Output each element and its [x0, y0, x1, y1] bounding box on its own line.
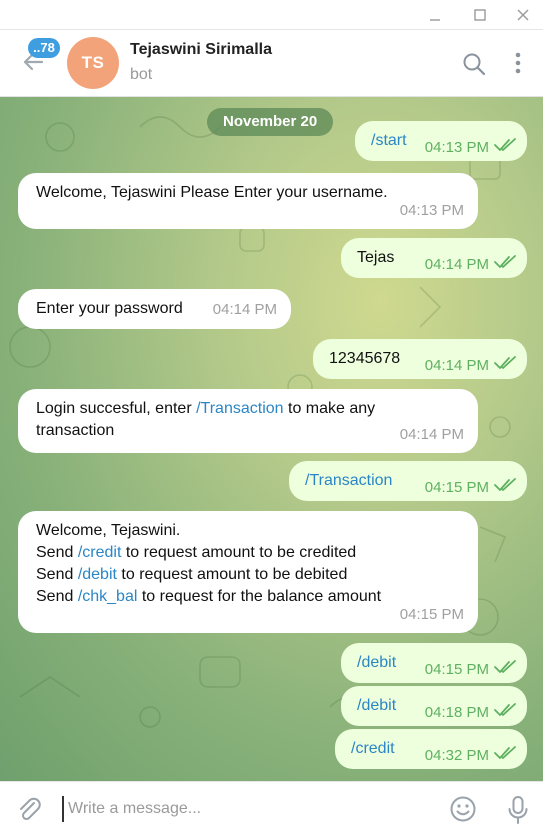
message-outgoing[interactable]: /debit 04:15 PM — [341, 643, 527, 683]
message-text: Welcome, Tejaswini Please Enter your use… — [36, 184, 388, 201]
message-time: 04:14 PM — [424, 256, 489, 273]
message-text: to request for the balance amount — [137, 588, 382, 605]
message-time: 04:13 PM — [424, 139, 489, 156]
message-time: 04:15 PM — [424, 661, 489, 678]
message-input[interactable]: Write a message... — [62, 796, 422, 822]
minimize-icon[interactable] — [412, 0, 457, 29]
search-icon[interactable] — [460, 50, 488, 78]
double-check-icon — [494, 746, 516, 759]
message-time: 04:15 PM — [424, 479, 489, 496]
message-composer: Write a message... — [0, 781, 543, 836]
contact-status: bot — [130, 66, 153, 83]
chat-header: ..78 TS Tejaswini Sirimalla bot — [0, 30, 543, 97]
emoji-icon[interactable] — [449, 795, 477, 823]
message-text: Send — [36, 566, 78, 583]
message-text: to request amount to be credited — [121, 544, 357, 561]
message-incoming[interactable]: Enter your password 04:14 PM — [18, 289, 291, 329]
command-link[interactable]: /debit — [78, 566, 117, 583]
message-time: 04:13 PM — [399, 202, 464, 219]
command-link[interactable]: /credit — [78, 544, 122, 561]
message-outgoing[interactable]: /debit 04:18 PM — [341, 686, 527, 726]
message-time: 04:15 PM — [399, 606, 464, 623]
message-text[interactable]: /credit — [351, 738, 395, 760]
date-separator: November 20 — [207, 108, 334, 136]
message-time: 04:18 PM — [424, 704, 489, 721]
double-check-icon — [494, 703, 516, 716]
message-time: 04:32 PM — [424, 747, 489, 764]
window-titlebar — [0, 0, 543, 30]
message-time: 04:14 PM — [424, 357, 489, 374]
message-text[interactable]: /debit — [357, 695, 396, 717]
command-link[interactable]: /chk_bal — [78, 588, 138, 605]
message-outgoing[interactable]: /start 04:13 PM — [355, 121, 527, 161]
message-outgoing[interactable]: /Transaction 04:15 PM — [289, 461, 527, 501]
message-text[interactable]: /start — [371, 130, 407, 152]
more-vertical-icon[interactable] — [505, 50, 533, 78]
double-check-icon — [494, 478, 516, 491]
message-text[interactable]: /debit — [357, 652, 396, 674]
message-text: Login succesful, enter — [36, 400, 197, 417]
contact-name[interactable]: Tejaswini Sirimalla — [130, 41, 272, 59]
message-text: to request amount to be debited — [116, 566, 348, 583]
chat-history[interactable]: November 20 /start 04:13 PM Welcome, Tej… — [0, 97, 543, 781]
message-outgoing[interactable]: Tejas 04:14 PM — [341, 238, 527, 278]
paperclip-icon[interactable] — [14, 794, 44, 824]
message-text: 12345678 — [329, 350, 401, 367]
close-icon[interactable] — [500, 0, 543, 29]
microphone-icon[interactable] — [505, 795, 531, 825]
unread-badge: ..78 — [28, 38, 60, 58]
command-link[interactable]: /Transaction — [196, 400, 283, 417]
message-text[interactable]: /Transaction — [305, 470, 392, 492]
message-incoming[interactable]: Welcome, Tejaswini Please Enter your use… — [18, 173, 478, 229]
message-outgoing[interactable]: /credit 04:32 PM — [335, 729, 527, 769]
double-check-icon — [494, 138, 516, 151]
message-text: Tejas — [357, 249, 395, 266]
double-check-icon — [494, 356, 516, 369]
double-check-icon — [494, 255, 516, 268]
message-text: Send — [36, 544, 78, 561]
message-outgoing[interactable]: 12345678 04:14 PM — [313, 339, 527, 379]
maximize-icon[interactable] — [457, 0, 502, 29]
message-text: transaction — [36, 422, 115, 439]
message-incoming[interactable]: Welcome, Tejaswini. Send /credit to requ… — [18, 511, 478, 633]
message-text: Welcome, Tejaswini. — [36, 522, 181, 539]
message-text: Enter your password — [36, 300, 183, 317]
avatar[interactable]: TS — [67, 37, 119, 89]
message-text: Send — [36, 588, 78, 605]
message-incoming[interactable]: Login succesful, enter /Transaction to m… — [18, 389, 478, 453]
double-check-icon — [494, 660, 516, 673]
message-text: to make any — [283, 400, 376, 417]
message-time: 04:14 PM — [212, 301, 277, 318]
message-time: 04:14 PM — [399, 426, 464, 443]
